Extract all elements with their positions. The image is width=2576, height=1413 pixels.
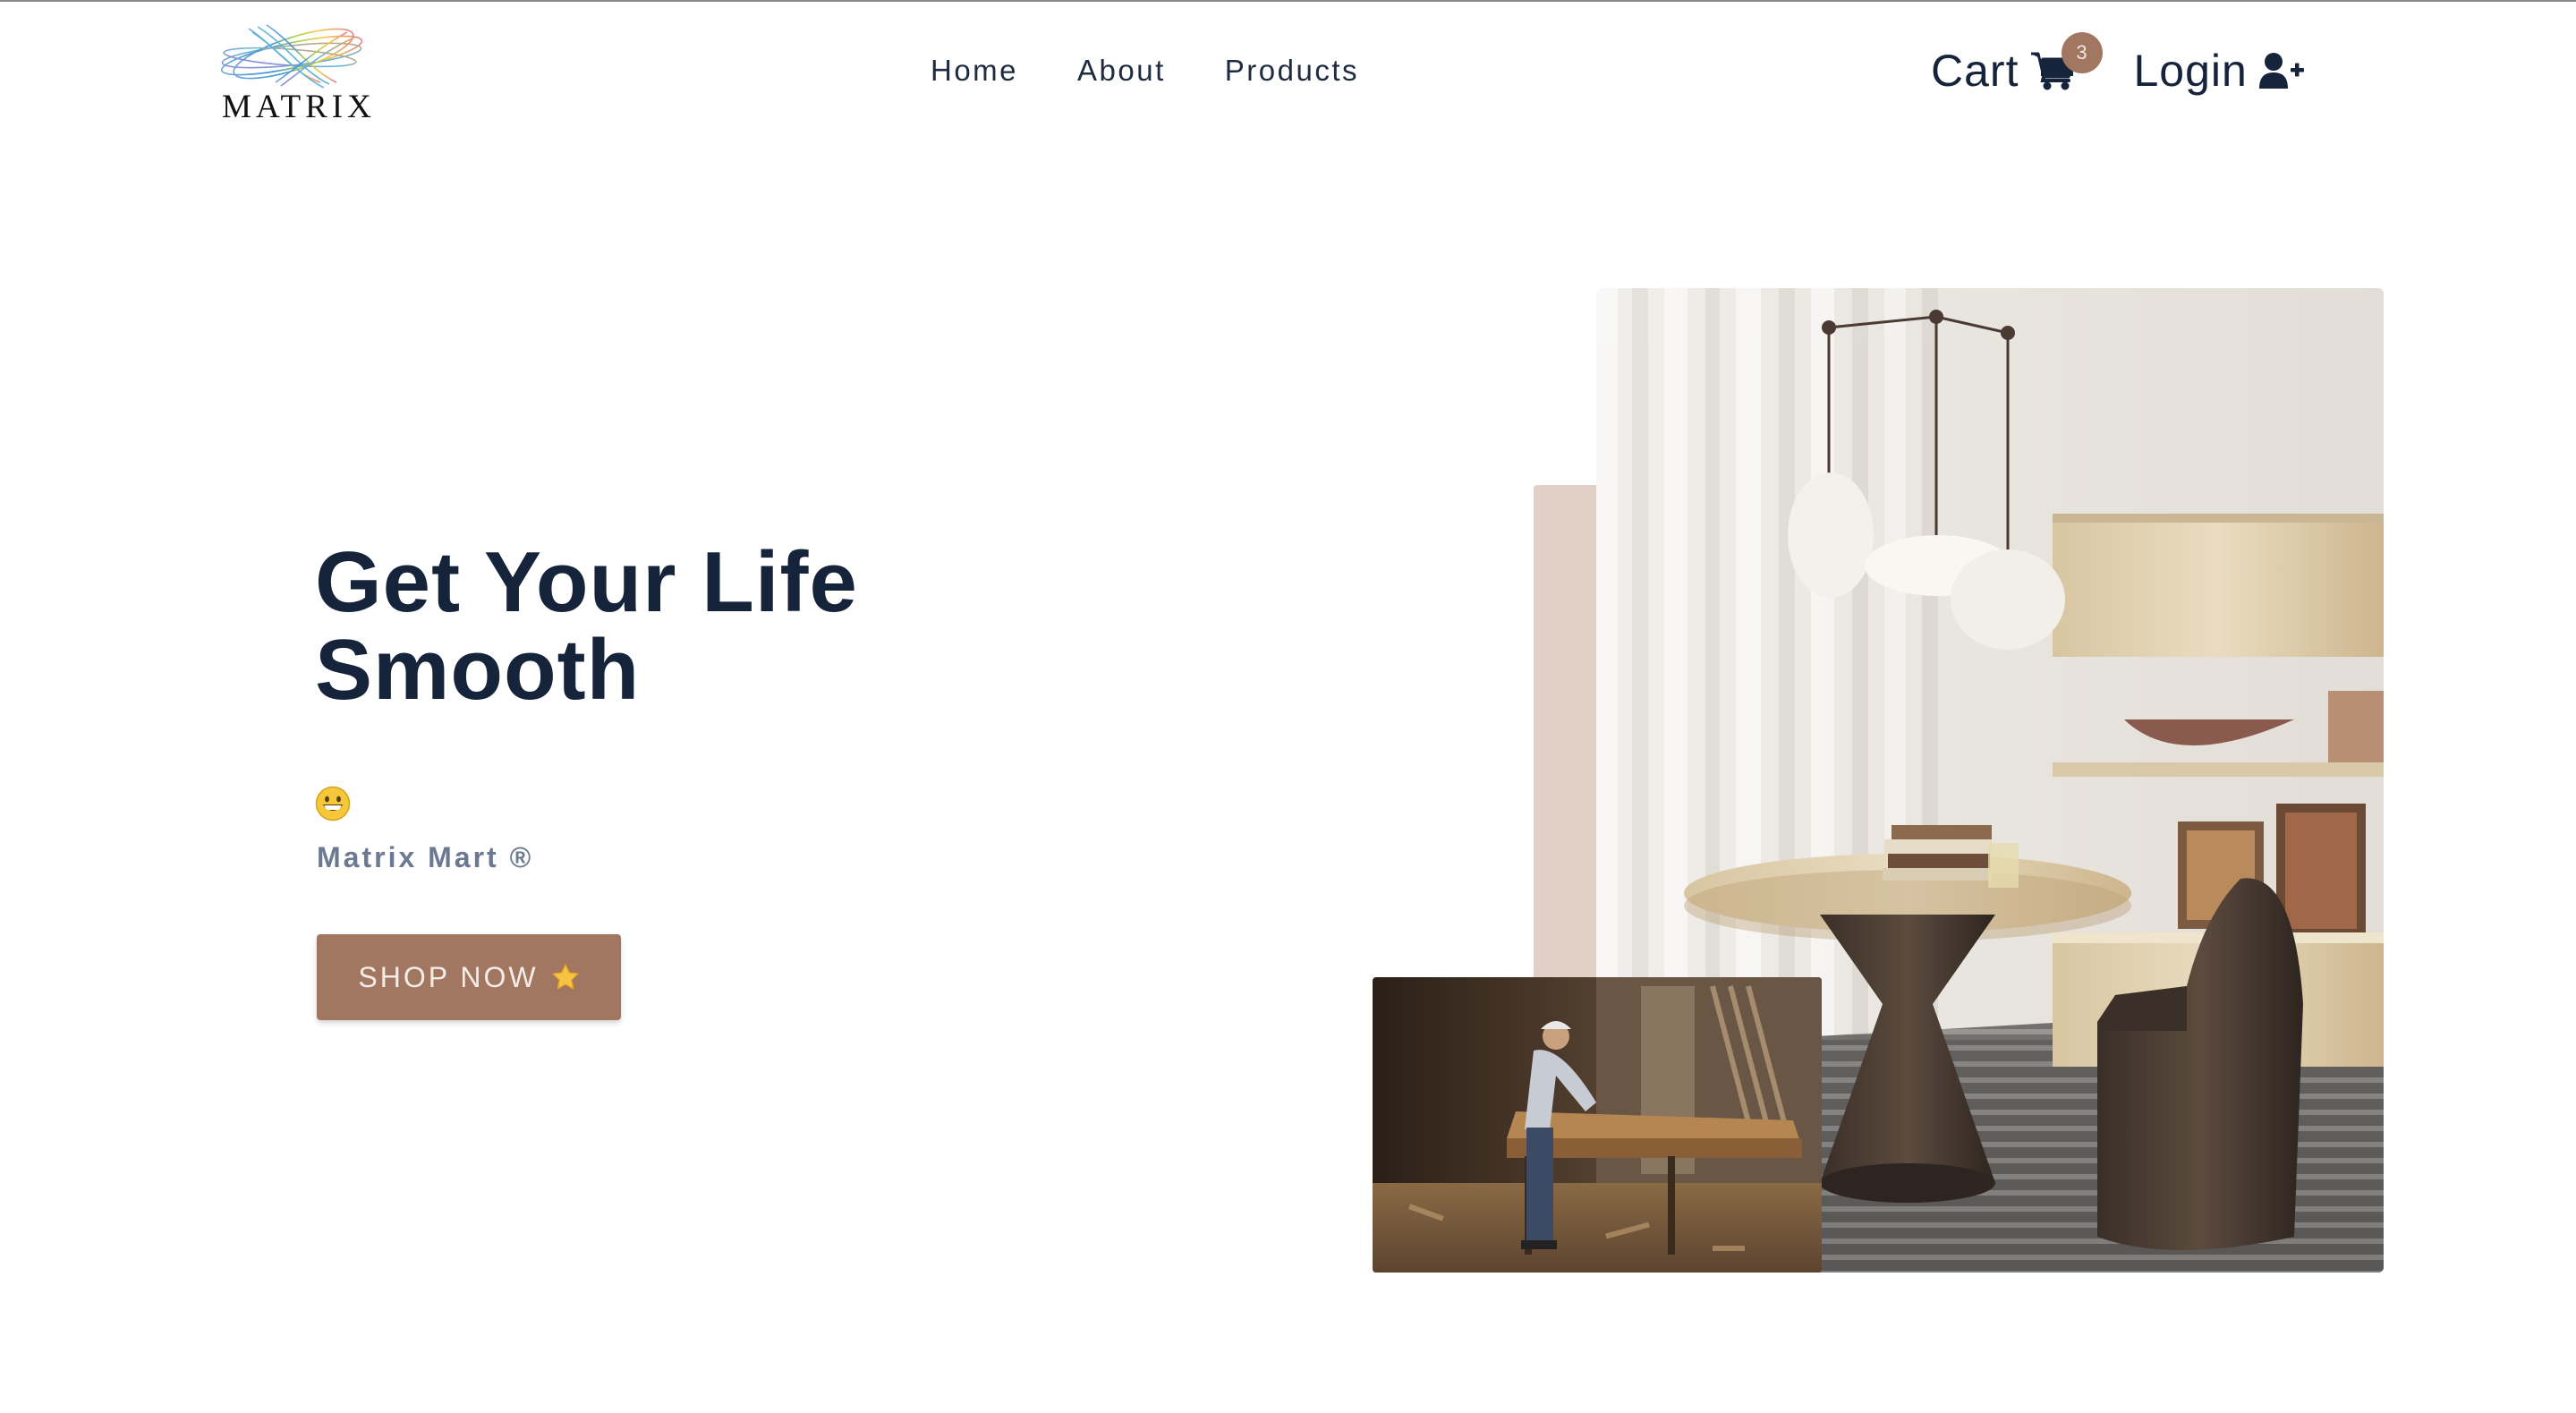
login-button[interactable]: Login [2133, 45, 2304, 97]
landing-page: MATRIX Home About Products Cart 3 Login [0, 0, 2576, 1413]
matrix-logo[interactable]: MATRIX [211, 18, 372, 125]
nav-link-about[interactable]: About [1077, 54, 1166, 88]
cart-button[interactable]: Cart 3 [1931, 32, 2103, 97]
hero-brand-line: Matrix Mart ® [317, 841, 534, 873]
nav-link-products[interactable]: Products [1225, 54, 1359, 88]
grinning-face-emoji [315, 786, 351, 821]
shop-now-button[interactable]: SHOP NOW [317, 934, 621, 1020]
logo-swirl-icon [220, 24, 363, 89]
hero-title: Get Your Life Smooth [315, 534, 858, 718]
nav-link-home[interactable]: Home [931, 54, 1018, 88]
main-navigation: Home About Products [931, 54, 1359, 88]
cart-count-badge: 3 [2062, 32, 2103, 73]
user-plus-icon [2258, 51, 2305, 90]
decorative-accent-block [1534, 485, 1598, 979]
logo-wordmark: MATRIX [222, 89, 376, 125]
woodworking-workshop-photo [1373, 977, 1822, 1273]
login-label: Login [2133, 46, 2248, 96]
star-emoji [551, 963, 580, 992]
header-actions: Cart 3 Login [1931, 32, 2305, 97]
cart-label: Cart [1931, 46, 2019, 96]
shop-now-label: SHOP NOW [358, 960, 539, 993]
